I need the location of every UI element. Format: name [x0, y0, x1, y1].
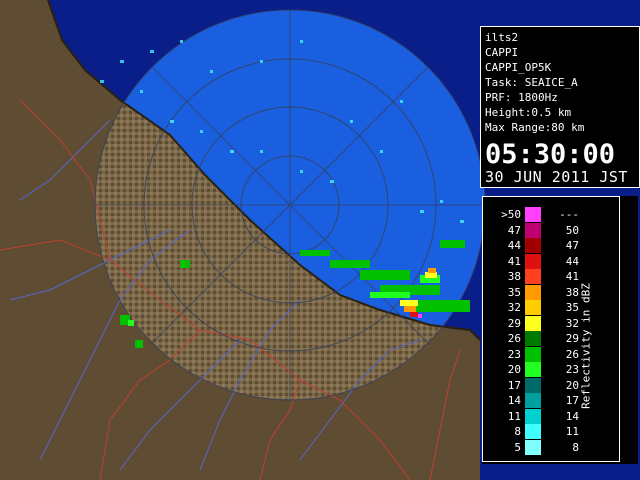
legend-row-low: 23	[507, 347, 521, 361]
legend-row: 23 26	[483, 346, 619, 362]
legend-row-high: 50	[565, 223, 579, 237]
legend-row-low: 35	[507, 285, 521, 299]
height-label: Height:0.5 km	[485, 106, 572, 119]
legend-color-swatch	[525, 346, 541, 362]
legend-row: 17 20	[483, 377, 619, 393]
legend-color-swatch	[525, 315, 541, 331]
product-code: CAPPI_OP5K	[485, 61, 552, 74]
legend-color-swatch	[525, 300, 541, 315]
legend-row: 47 50	[483, 222, 619, 238]
legend-row-low: 5	[514, 440, 521, 454]
legend-row-low: 26	[507, 332, 521, 345]
legend-row-high: 11	[565, 425, 579, 438]
legend-row: 11 14	[483, 408, 619, 424]
legend-row-low: 44	[507, 239, 521, 252]
azimuth-lines	[95, 10, 485, 400]
observation-date: 30 JUN 2011 JST	[485, 168, 628, 186]
legend-row-low: 14	[507, 394, 521, 407]
legend-row: 58	[483, 439, 619, 455]
legend-row-low: 11	[507, 409, 521, 423]
legend-row-high: 44	[565, 254, 579, 268]
legend-color-swatch	[525, 207, 541, 222]
legend-color-swatch	[525, 408, 541, 424]
legend-row-high: 20	[565, 378, 579, 392]
reflectivity-legend: >50 --- 47 50 44 47 41 44 38 41 35 38 32 35 29 32 26 29 23…	[482, 196, 638, 464]
legend-color-swatch	[525, 222, 541, 238]
legend-row-high: 23	[565, 363, 579, 376]
station-name: ilts2	[485, 31, 519, 44]
legend-row-high: 38	[565, 285, 579, 299]
legend-row-low: 38	[507, 270, 521, 283]
legend-row: 38 41	[483, 269, 619, 284]
legend-row-high: 14	[565, 409, 579, 423]
legend-row: >50 ---	[483, 207, 619, 222]
legend-row-high: 29	[565, 332, 579, 345]
prf-label: PRF: 1800Hz	[485, 91, 558, 104]
legend-unit-label: Reflectivity in dBZ	[579, 283, 593, 409]
legend-row-low: 41	[507, 254, 521, 268]
legend-row: 8 11	[483, 424, 619, 439]
legend-row-low: 8	[514, 425, 521, 438]
legend-color-swatch	[525, 284, 541, 300]
legend-color-swatch	[525, 331, 541, 346]
legend-row-high: ---	[559, 208, 579, 221]
legend-color-swatch	[525, 393, 541, 408]
legend-color-swatch	[525, 253, 541, 269]
legend-row-high: 17	[565, 394, 579, 407]
legend-row-high: 8	[572, 440, 579, 454]
legend-row-high: 32	[565, 316, 579, 330]
legend-row: 29 32	[483, 315, 619, 331]
legend-row: 26 29	[483, 331, 619, 346]
legend-color-swatch	[525, 377, 541, 393]
legend-row-low: >50	[501, 208, 521, 221]
product-name: CAPPI	[485, 46, 519, 59]
legend-color-swatch	[525, 439, 541, 455]
legend-row-low: 47	[507, 223, 521, 237]
max-range-label: Max Range:80 km	[485, 121, 585, 134]
task-label: Task: SEAICE_A	[485, 76, 578, 89]
legend-color-swatch	[525, 362, 541, 377]
legend-box: >50 --- 47 50 44 47 41 44 38 41 35 38 32 35 29 32 26 29 23…	[482, 196, 620, 462]
legend-row: 14 17	[483, 393, 619, 408]
legend-row-low: 20	[507, 363, 521, 376]
legend-row: 44 47	[483, 238, 619, 253]
legend-row: 32 35	[483, 300, 619, 315]
legend-row-high: 26	[565, 347, 579, 361]
legend-row: 41 44	[483, 253, 619, 269]
legend-row-low: 17	[507, 378, 521, 392]
radar-info-panel: ilts2 CAPPI CAPPI_OP5K Task: SEAICE_A PR…	[480, 26, 640, 188]
legend-row-high: 35	[565, 301, 579, 314]
legend-row-low: 32	[507, 301, 521, 314]
legend-color-swatch	[525, 238, 541, 253]
legend-color-swatch	[525, 269, 541, 284]
legend-row-high: 41	[565, 270, 579, 283]
legend-row: 20 23	[483, 362, 619, 377]
legend-row: 35 38	[483, 284, 619, 300]
observation-time: 05:30:00	[485, 139, 616, 170]
legend-row-high: 47	[565, 239, 579, 252]
legend-row-low: 29	[507, 316, 521, 330]
legend-color-swatch	[525, 424, 541, 439]
